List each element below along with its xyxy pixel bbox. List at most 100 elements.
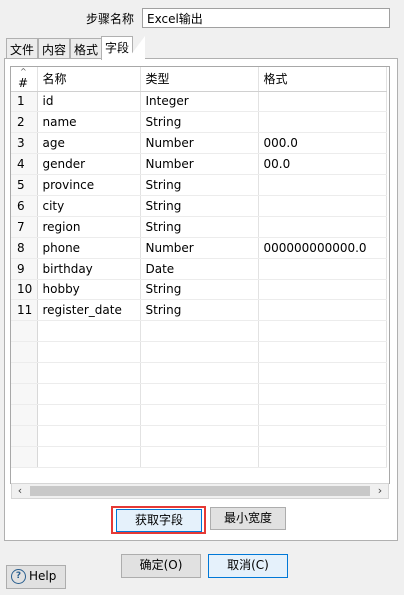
empty-table-row[interactable] — [11, 341, 387, 364]
header-type[interactable]: 类型 — [140, 67, 259, 92]
cell-type[interactable] — [140, 404, 259, 426]
empty-table-row[interactable] — [11, 362, 387, 384]
cell-type[interactable]: String — [140, 216, 259, 238]
cell-num[interactable] — [11, 341, 38, 364]
cell-format[interactable] — [258, 341, 387, 364]
empty-table-row[interactable] — [11, 404, 387, 426]
cell-num[interactable]: 8 — [11, 237, 38, 259]
tab-content[interactable]: 内容 — [38, 38, 71, 58]
cell-type[interactable]: String — [140, 299, 259, 322]
cell-num[interactable]: 9 — [11, 258, 38, 280]
cell-name[interactable] — [37, 320, 141, 343]
cell-type[interactable]: Number — [140, 132, 259, 155]
cell-format[interactable] — [258, 383, 387, 405]
cell-type[interactable]: String — [140, 279, 259, 301]
cell-num[interactable]: 11 — [11, 299, 38, 322]
cell-name[interactable] — [37, 446, 141, 468]
cell-name[interactable] — [37, 425, 141, 447]
cell-type[interactable] — [140, 341, 259, 364]
cell-format[interactable] — [258, 299, 387, 322]
header-num[interactable]: ^ # — [11, 67, 38, 92]
table-row[interactable]: 8 phone Number 000000000000.0 — [11, 237, 387, 259]
cell-format[interactable]: 00.0 — [258, 153, 387, 176]
table-row[interactable]: 11 register_date String — [11, 299, 387, 322]
cell-format[interactable] — [258, 362, 387, 384]
cell-format[interactable] — [258, 425, 387, 447]
help-button[interactable]: ? Help — [6, 565, 66, 589]
cell-num[interactable] — [11, 320, 38, 343]
cell-num[interactable]: 7 — [11, 216, 38, 238]
cell-name[interactable]: region — [37, 216, 141, 238]
cell-type[interactable]: Integer — [140, 91, 259, 113]
cell-num[interactable]: 10 — [11, 279, 38, 301]
cell-type[interactable] — [140, 425, 259, 447]
horizontal-scrollbar[interactable]: ‹ › — [11, 483, 389, 499]
cell-name[interactable]: age — [37, 132, 141, 155]
cell-format[interactable] — [258, 320, 387, 343]
cell-format[interactable]: 000000000000.0 — [258, 237, 387, 259]
cell-num[interactable]: 1 — [11, 91, 38, 113]
cell-num[interactable] — [11, 404, 38, 426]
cell-type[interactable]: Number — [140, 237, 259, 259]
cell-type[interactable]: Number — [140, 153, 259, 176]
table-row[interactable]: 5 province String — [11, 174, 387, 196]
cell-type[interactable]: String — [140, 174, 259, 196]
cell-name[interactable]: hobby — [37, 279, 141, 301]
cell-type[interactable] — [140, 362, 259, 384]
cell-format[interactable] — [258, 195, 387, 217]
cell-name[interactable] — [37, 341, 141, 364]
cell-format[interactable] — [258, 174, 387, 196]
cell-name[interactable]: birthday — [37, 258, 141, 280]
cell-type[interactable] — [140, 320, 259, 343]
cell-num[interactable] — [11, 383, 38, 405]
cell-name[interactable]: name — [37, 111, 141, 134]
fields-table[interactable]: ^ # 名称 类型 格式 1 id Integer 2 name String 3 age Nu… — [10, 66, 390, 484]
empty-table-row[interactable] — [11, 383, 387, 405]
cell-num[interactable] — [11, 425, 38, 447]
scrollbar-thumb[interactable] — [30, 486, 370, 496]
cell-name[interactable] — [37, 362, 141, 384]
cell-name[interactable] — [37, 383, 141, 405]
table-row[interactable]: 3 age Number 000.0 — [11, 132, 387, 155]
cell-type[interactable] — [140, 383, 259, 405]
cell-format[interactable] — [258, 279, 387, 301]
empty-table-row[interactable] — [11, 320, 387, 343]
empty-table-row[interactable] — [11, 425, 387, 447]
cell-format[interactable] — [258, 446, 387, 468]
cell-name[interactable]: province — [37, 174, 141, 196]
cell-format[interactable] — [258, 258, 387, 280]
min-width-button[interactable]: 最小宽度 — [210, 507, 286, 530]
scroll-left-icon[interactable]: ‹ — [12, 484, 28, 498]
cell-name[interactable] — [37, 404, 141, 426]
ok-button[interactable]: 确定(O) — [121, 554, 201, 578]
cancel-button[interactable]: 取消(C) — [208, 554, 288, 578]
table-row[interactable]: 6 city String — [11, 195, 387, 217]
table-row[interactable]: 9 birthday Date — [11, 258, 387, 280]
cell-type[interactable]: Date — [140, 258, 259, 280]
step-name-input[interactable] — [142, 8, 390, 28]
cell-type[interactable]: String — [140, 195, 259, 217]
cell-type[interactable] — [140, 446, 259, 468]
cell-num[interactable]: 2 — [11, 111, 38, 134]
table-row[interactable]: 7 region String — [11, 216, 387, 238]
cell-name[interactable]: id — [37, 91, 141, 113]
table-row[interactable]: 1 id Integer — [11, 91, 387, 113]
table-row[interactable]: 2 name String — [11, 111, 387, 134]
cell-name[interactable]: register_date — [37, 299, 141, 322]
cell-name[interactable]: gender — [37, 153, 141, 176]
cell-num[interactable]: 5 — [11, 174, 38, 196]
cell-num[interactable]: 6 — [11, 195, 38, 217]
table-row[interactable]: 10 hobby String — [11, 279, 387, 301]
cell-format[interactable] — [258, 216, 387, 238]
cell-format[interactable]: 000.0 — [258, 132, 387, 155]
header-name[interactable]: 名称 — [37, 67, 141, 92]
cell-name[interactable]: city — [37, 195, 141, 217]
cell-num[interactable] — [11, 446, 38, 468]
empty-table-row[interactable] — [11, 446, 387, 468]
scroll-right-icon[interactable]: › — [372, 484, 388, 498]
cell-name[interactable]: phone — [37, 237, 141, 259]
cell-num[interactable] — [11, 362, 38, 384]
cell-type[interactable]: String — [140, 111, 259, 134]
table-row[interactable]: 4 gender Number 00.0 — [11, 153, 387, 176]
tab-file[interactable]: 文件 — [6, 38, 39, 58]
